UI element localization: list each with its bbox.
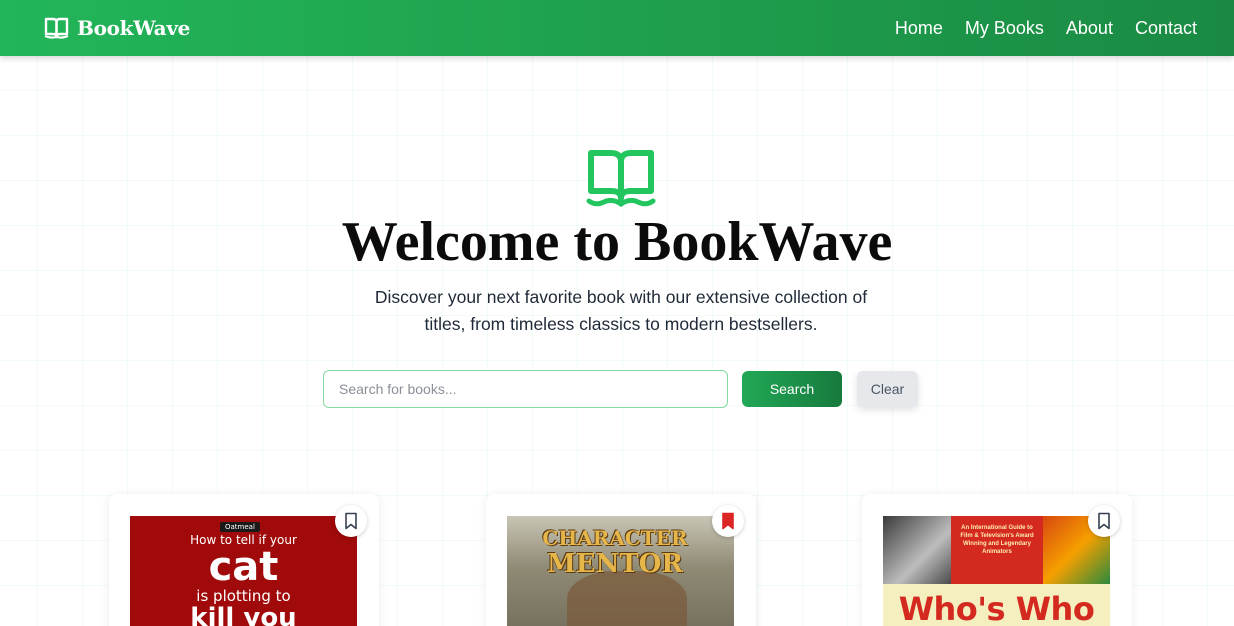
book-card[interactable]: Oatmeal How to tell if your cat is plott… — [109, 494, 379, 626]
cover-photo — [883, 516, 951, 584]
book-open-wave-icon — [586, 150, 656, 208]
nav-link-about[interactable]: About — [1066, 18, 1113, 39]
clear-button[interactable]: Clear — [857, 371, 918, 407]
cover-line: cat — [208, 544, 279, 590]
cover-blurb: An International Guide to Film & Televis… — [960, 525, 1034, 555]
cover-art — [567, 571, 687, 626]
bookmark-icon — [345, 512, 357, 530]
cover-text: How to tell if your cat is plotting to k… — [130, 533, 357, 626]
bookmark-button[interactable] — [712, 505, 744, 537]
cover-line: kill you — [190, 603, 297, 626]
publisher-badge: Oatmeal — [220, 522, 260, 532]
bookmark-button[interactable] — [1088, 505, 1120, 537]
book-card[interactable]: CHARACTER MENTOR — [486, 494, 756, 626]
nav-link-contact[interactable]: Contact — [1135, 18, 1197, 39]
brand[interactable]: BookWave — [44, 16, 190, 40]
book-cover[interactable]: Oatmeal How to tell if your cat is plott… — [130, 516, 357, 626]
bookmark-icon — [1098, 512, 1110, 530]
cover-blurb-box: An International Guide to Film & Televis… — [951, 516, 1043, 584]
brand-name: BookWave — [77, 16, 191, 40]
navbar: BookWave Home My Books About Contact — [0, 0, 1234, 56]
cover-line: CHARACTER — [542, 526, 688, 550]
bookmark-button[interactable] — [335, 505, 367, 537]
nav-link-home[interactable]: Home — [895, 18, 943, 39]
book-card[interactable]: An International Guide to Film & Televis… — [862, 494, 1132, 626]
search-button[interactable]: Search — [742, 371, 842, 407]
search-input[interactable] — [323, 370, 728, 408]
book-cover[interactable]: CHARACTER MENTOR — [507, 516, 734, 626]
page-title: Welcome to BookWave — [341, 211, 893, 273]
book-cover[interactable]: An International Guide to Film & Televis… — [883, 516, 1110, 626]
publisher-label: Oatmeal — [225, 523, 255, 531]
book-open-icon — [44, 17, 69, 39]
nav-links: Home My Books About Contact — [895, 18, 1197, 39]
cover-text: CHARACTER MENTOR — [535, 526, 695, 578]
cover-title: Who's Who — [898, 590, 1095, 626]
cover-line: MENTOR — [547, 549, 683, 579]
hero-subtitle: Discover your next favorite book with ou… — [374, 287, 868, 334]
bookmark-filled-icon — [722, 512, 734, 530]
nav-link-my-books[interactable]: My Books — [965, 18, 1044, 39]
